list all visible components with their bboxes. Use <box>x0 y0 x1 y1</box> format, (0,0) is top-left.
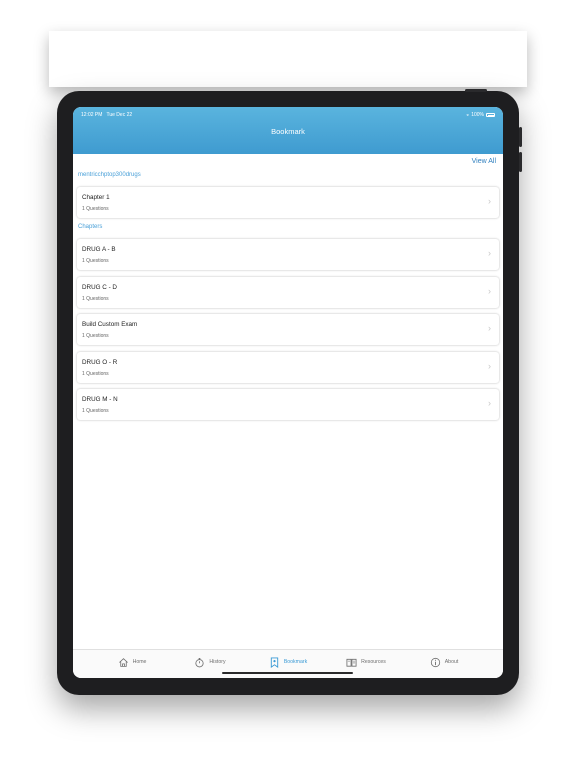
chevron-right-icon: › <box>488 248 491 258</box>
list-item-subtitle: 1 Questions <box>82 296 109 302</box>
status-date: Tue Dec 22 <box>106 112 133 118</box>
page-title: Bookmark <box>271 127 305 136</box>
list-item[interactable]: DRUG O - R 1 Questions › <box>77 352 499 383</box>
ipad-frame: 12:02 PM Tue Dec 22 ◒ 100% Bookmark View… <box>57 89 522 695</box>
volume-up-button <box>519 127 522 147</box>
list-item-subtitle: 1 Questions <box>82 206 109 212</box>
view-all-button[interactable]: View All <box>472 158 496 165</box>
list-item-title: Chapter 1 <box>82 194 110 201</box>
list-item-subtitle: 1 Questions <box>82 371 109 377</box>
chevron-right-icon: › <box>488 286 491 296</box>
tab-label: About <box>444 659 459 665</box>
list-item-title: DRUG M - N <box>82 396 118 403</box>
tab-label: Home <box>132 659 147 665</box>
tab-bookmark[interactable]: Bookmark <box>249 656 327 668</box>
tab-history[interactable]: History <box>171 657 249 668</box>
wifi-icon: ◒ <box>466 112 470 118</box>
list-item-subtitle: 1 Questions <box>82 258 109 264</box>
chevron-right-icon: › <box>488 323 491 333</box>
battery-percentage: 100% <box>471 112 484 118</box>
chevron-right-icon: › <box>488 398 491 408</box>
chapters-section-label: Chapters <box>78 224 103 230</box>
tab-label: Bookmark <box>283 659 308 665</box>
list-item[interactable]: Build Custom Exam 1 Questions › <box>77 314 499 345</box>
list-item[interactable]: DRUG A - B 1 Questions › <box>77 239 499 270</box>
tab-about[interactable]: About <box>405 657 483 668</box>
list-item-title: DRUG O - R <box>82 359 118 366</box>
navigation-header: 12:02 PM Tue Dec 22 ◒ 100% Bookmark <box>73 107 503 154</box>
tab-label: History <box>209 659 226 665</box>
status-time: 12:02 PM <box>81 112 103 118</box>
list-item-title: DRUG C - D <box>82 284 117 291</box>
tab-label: Resources <box>361 659 386 665</box>
app-screen: 12:02 PM Tue Dec 22 ◒ 100% Bookmark View… <box>73 107 503 678</box>
battery-icon <box>486 113 495 117</box>
info-icon <box>430 657 440 667</box>
list-item-subtitle: 1 Questions <box>82 333 109 339</box>
status-left: 12:02 PM Tue Dec 22 <box>81 112 132 118</box>
chevron-right-icon: › <box>488 361 491 371</box>
tab-bar: Home History Bookmark Resources About <box>73 649 503 678</box>
list-item-title: Build Custom Exam <box>82 321 138 328</box>
app-store-screenshot: 12:02 PM Tue Dec 22 ◒ 100% Bookmark View… <box>0 0 576 768</box>
book-icon <box>346 658 357 667</box>
list-item-title: DRUG A - B <box>82 246 116 253</box>
status-right: ◒ 100% <box>466 112 495 118</box>
tab-home[interactable]: Home <box>93 657 171 668</box>
home-indicator[interactable] <box>222 672 353 674</box>
power-button <box>465 89 487 92</box>
chevron-right-icon: › <box>488 196 491 206</box>
previous-screenshot-card <box>49 31 527 87</box>
home-icon <box>118 657 128 667</box>
course-section-label: mentricchptop300drugs <box>78 172 141 178</box>
tab-resources[interactable]: Resources <box>327 657 405 668</box>
status-bar: 12:02 PM Tue Dec 22 ◒ 100% <box>73 107 503 123</box>
list-item[interactable]: Chapter 1 1 Questions › <box>77 187 499 218</box>
bookmark-icon <box>270 656 278 668</box>
list-item[interactable]: DRUG C - D 1 Questions › <box>77 277 499 308</box>
list-item[interactable]: DRUG M - N 1 Questions › <box>77 389 499 420</box>
stopwatch-icon <box>195 657 205 667</box>
volume-down-button <box>519 152 522 172</box>
list-item-subtitle: 1 Questions <box>82 408 109 414</box>
